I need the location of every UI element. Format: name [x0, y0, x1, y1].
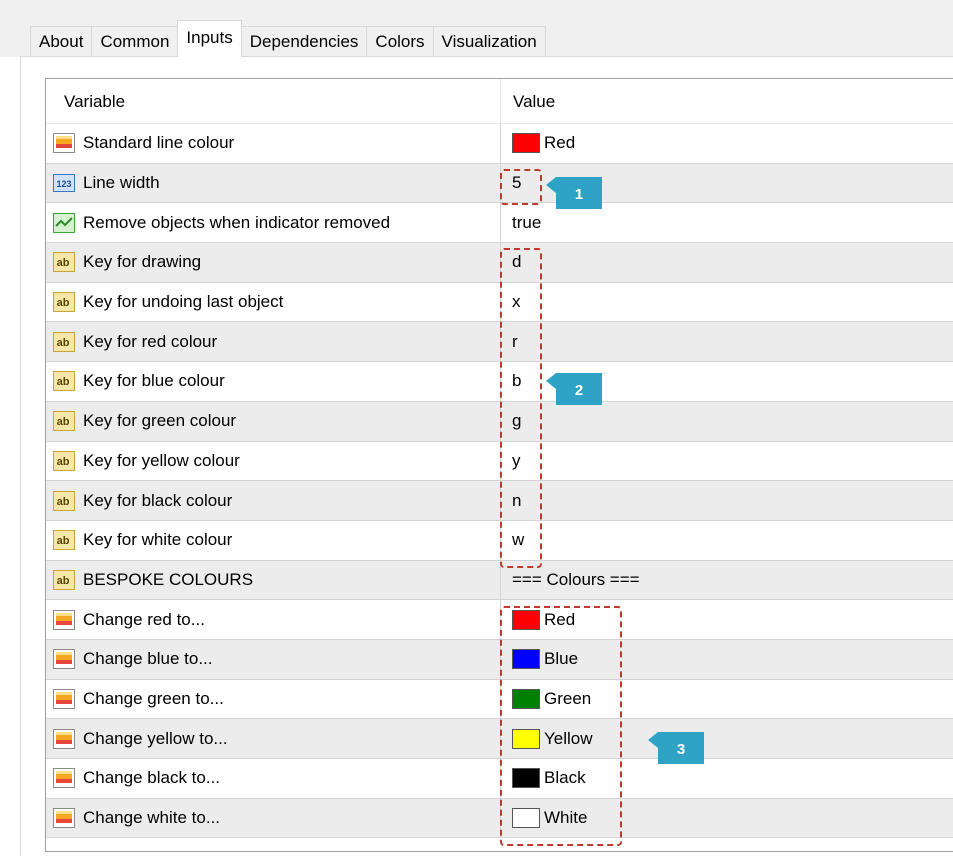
variable-label: Change green to... — [83, 688, 224, 708]
variable-label: Remove objects when indicator removed — [83, 212, 391, 232]
color-icon — [52, 766, 76, 790]
svg-text:ab: ab — [57, 496, 70, 508]
tab-dependencies[interactable]: Dependencies — [240, 26, 368, 57]
variable-label: Key for blue colour — [83, 371, 225, 391]
inputs-grid: Variable Value Standard line colour Red 12… — [45, 78, 953, 852]
variable-label: Change yellow to... — [83, 728, 228, 748]
svg-text:ab: ab — [57, 535, 70, 547]
variable-label: Key for red colour — [83, 331, 218, 351]
string-icon: ab — [52, 250, 76, 274]
svg-text:ab: ab — [57, 337, 70, 349]
tab-inputs[interactable]: Inputs — [177, 20, 242, 57]
variable-cell: ab Key for yellow colour — [46, 441, 501, 481]
variable-label: Change black to... — [83, 768, 221, 788]
variable-cell: ab Key for drawing — [46, 243, 501, 282]
grid-header: Variable Value — [46, 79, 953, 124]
variable-label: Key for undoing last object — [83, 292, 284, 312]
variable-label: Standard line colour — [83, 133, 235, 153]
highlight-colour-values — [500, 606, 622, 846]
callout-badge-3: 3 — [648, 732, 704, 764]
variable-cell: Remove objects when indicator removed — [46, 203, 501, 243]
input-row[interactable]: Standard line colour Red — [46, 124, 953, 164]
string-icon: ab — [52, 568, 76, 592]
highlight-line-width — [500, 169, 542, 205]
variable-cell: ab Key for red colour — [46, 322, 501, 362]
svg-text:ab: ab — [57, 297, 70, 309]
variable-label: Line width — [83, 173, 160, 193]
svg-text:ab: ab — [57, 456, 70, 468]
callout-badge-1: 1 — [546, 177, 602, 209]
column-header-value[interactable]: Value — [501, 79, 555, 123]
value-text: Red — [544, 133, 576, 153]
variable-label: Key for yellow colour — [83, 450, 240, 470]
variable-cell: Change red to... — [46, 600, 501, 639]
variable-cell: ab BESPOKE COLOURS — [46, 560, 501, 600]
string-icon: ab — [52, 409, 76, 433]
variable-cell: Change yellow to... — [46, 719, 501, 758]
variable-cell: Change black to... — [46, 759, 501, 798]
value-text: === Colours === — [512, 569, 640, 589]
value-cell[interactable]: true — [501, 203, 541, 242]
integer-icon: 123 — [52, 171, 76, 195]
color-icon — [52, 647, 76, 671]
variable-label: Change white to... — [83, 808, 221, 828]
svg-text:ab: ab — [57, 257, 70, 269]
string-icon: ab — [52, 449, 76, 473]
tab-colors[interactable]: Colors — [366, 26, 434, 57]
tab-strip: About Common Inputs Dependencies Colors … — [0, 0, 953, 57]
variable-cell: 123 Line width — [46, 163, 501, 203]
color-icon — [52, 727, 76, 751]
variable-cell: ab Key for black colour — [46, 481, 501, 520]
color-icon — [52, 131, 76, 155]
variable-label: Key for white colour — [83, 530, 233, 550]
variable-label: Key for black colour — [83, 490, 233, 510]
tab-about[interactable]: About — [30, 26, 93, 57]
variable-cell: Change blue to... — [46, 639, 501, 679]
color-icon — [52, 608, 76, 632]
svg-text:ab: ab — [57, 376, 70, 388]
color-icon — [52, 806, 76, 830]
variable-cell: Change white to... — [46, 798, 501, 838]
variable-cell: ab Key for white colour — [46, 520, 501, 560]
value-cell[interactable]: Red — [501, 124, 575, 163]
variable-cell: ab Key for green colour — [46, 401, 501, 441]
string-icon: ab — [52, 528, 76, 552]
variable-cell: ab Key for undoing last object — [46, 282, 501, 322]
input-row[interactable]: Remove objects when indicator removed tru… — [46, 203, 953, 244]
tab-list: About Common Inputs Dependencies Colors … — [30, 20, 546, 57]
callout-badge-2: 2 — [546, 373, 602, 405]
string-icon: ab — [52, 369, 76, 393]
string-icon: ab — [52, 489, 76, 513]
variable-cell: Standard line colour — [46, 124, 501, 163]
string-icon: ab — [52, 290, 76, 314]
variable-cell: ab Key for blue colour — [46, 362, 501, 401]
variable-label: Change red to... — [83, 609, 205, 629]
color-icon — [52, 687, 76, 711]
highlight-key-values — [500, 248, 542, 568]
variable-cell: Change green to... — [46, 679, 501, 719]
variable-label: Key for drawing — [83, 252, 202, 272]
boolean-icon — [52, 211, 76, 235]
variable-label: Change blue to... — [83, 649, 213, 669]
svg-text:123: 123 — [56, 179, 71, 189]
string-icon: ab — [52, 330, 76, 354]
svg-text:ab: ab — [57, 575, 70, 587]
value-text: true — [512, 212, 542, 232]
input-row[interactable]: ab BESPOKE COLOURS === Colours === — [46, 560, 953, 601]
variable-label: Key for green colour — [83, 411, 237, 431]
variable-label: BESPOKE COLOURS — [83, 569, 254, 589]
column-header-variable[interactable]: Variable — [46, 79, 501, 123]
svg-text:ab: ab — [57, 416, 70, 428]
tab-common[interactable]: Common — [91, 26, 179, 57]
tab-visualization[interactable]: Visualization — [432, 26, 546, 57]
color-swatch — [512, 133, 540, 154]
